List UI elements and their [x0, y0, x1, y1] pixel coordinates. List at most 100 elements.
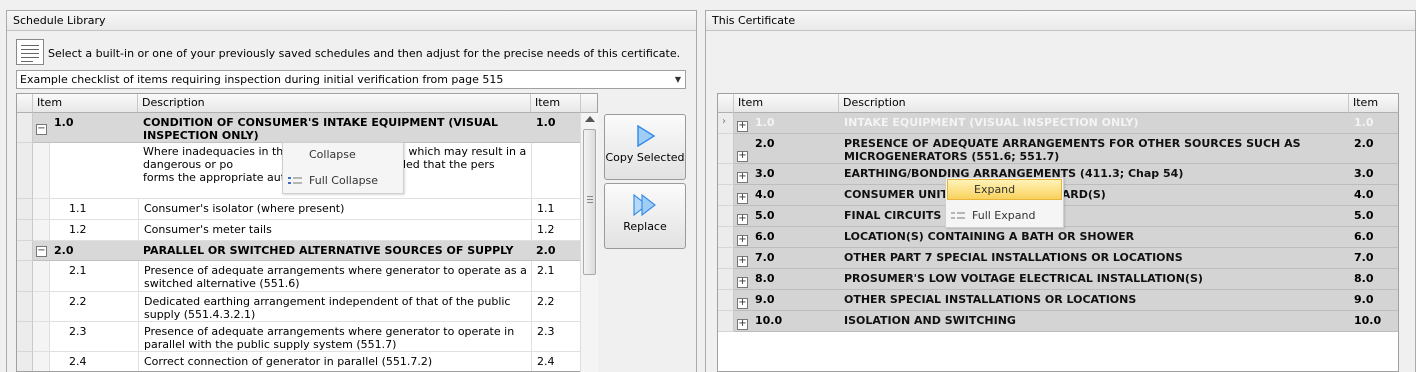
row-selector[interactable]	[718, 164, 734, 185]
table-row[interactable]: 2.4 Correct connection of generator in p…	[17, 352, 581, 371]
row-item-2: 10.0	[1349, 311, 1398, 332]
row-item-2: 1.0	[531, 113, 581, 143]
table-row[interactable]: +10.0 ISOLATION AND SWITCHING 10.0	[718, 311, 1398, 332]
row-item-2: 1.0	[1349, 113, 1398, 134]
table-row[interactable]: − 1.0 CONDITION OF CONSUMER'S INTAKE EQU…	[17, 113, 581, 143]
row-selector[interactable]	[718, 269, 734, 290]
row-item: 3.0	[750, 164, 839, 185]
table-row[interactable]: +6.0 LOCATION(S) CONTAINING A BATH OR SHO…	[718, 227, 1398, 248]
expand-icon[interactable]: +	[737, 193, 748, 204]
expand-icon[interactable]: +	[737, 277, 748, 288]
row-selector[interactable]	[17, 220, 33, 241]
vertical-scrollbar[interactable]	[580, 113, 598, 372]
row-item: 2.1	[49, 261, 138, 292]
schedule-select[interactable]: Example checklist of items requiring ins…	[16, 70, 686, 89]
expand-icon[interactable]: +	[737, 214, 748, 225]
expand-icon[interactable]: +	[737, 319, 748, 330]
grid-corner	[17, 94, 33, 113]
expand-context-menu: Expand Full Expand	[945, 177, 1064, 228]
row-item: 8.0	[750, 269, 839, 290]
play-arrow-icon	[637, 125, 656, 147]
replace-button[interactable]: Replace	[604, 183, 686, 249]
full-collapse-icon	[288, 177, 302, 184]
row-item: 2.4	[49, 352, 138, 371]
expand-icon[interactable]: +	[737, 151, 748, 162]
table-row[interactable]: › +1.0 INTAKE EQUIPMENT (VISUAL INSPECTION…	[718, 113, 1398, 134]
row-item: 1.0	[49, 113, 138, 143]
menu-item-collapse[interactable]: Collapse	[283, 144, 403, 166]
row-selector[interactable]	[718, 248, 734, 269]
current-row-arrow-icon: ›	[722, 116, 726, 127]
row-description: ISOLATION AND SWITCHING	[839, 311, 1349, 332]
row-item-2: 6.0	[1349, 227, 1398, 248]
row-item-2: 2.4	[531, 352, 581, 371]
collapse-icon[interactable]: −	[36, 246, 47, 257]
row-description: Presence of adequate arrangements where …	[138, 322, 531, 352]
menu-item-label: Collapse	[309, 148, 356, 161]
col-header-item[interactable]: Item	[33, 94, 138, 113]
book-list-icon	[16, 39, 44, 65]
row-selector[interactable]: ›	[718, 113, 734, 134]
col-header-description[interactable]: Description	[839, 94, 1349, 113]
col-header-description[interactable]: Description	[138, 94, 531, 113]
col-header-item-2[interactable]: Item	[1349, 94, 1398, 113]
table-row[interactable]: 1.2 Consumer's meter tails 1.2	[17, 220, 581, 241]
copy-selected-button[interactable]: Copy Selected	[604, 114, 686, 180]
row-selector[interactable]	[17, 113, 33, 143]
row-description: EARTHING/BONDING ARRANGEMENTS (411.3; Ch…	[839, 164, 1349, 185]
row-item: 10.0	[750, 311, 839, 332]
scroll-up-arrow-icon[interactable]	[585, 116, 595, 122]
row-item: 2.0	[49, 241, 138, 261]
expand-icon[interactable]: +	[737, 298, 748, 309]
row-selector[interactable]	[17, 143, 33, 199]
table-row[interactable]: 2.1 Presence of adequate arrangements wh…	[17, 261, 581, 292]
row-item-2: 4.0	[1349, 185, 1398, 206]
expand-icon[interactable]: +	[737, 172, 748, 183]
expand-icon[interactable]: +	[737, 235, 748, 246]
collapse-icon[interactable]: −	[36, 124, 47, 135]
row-item-2: 2.1	[531, 261, 581, 292]
row-item-2: 2.0	[531, 241, 581, 261]
row-description: Presence of adequate arrangements where …	[138, 261, 531, 292]
row-selector[interactable]	[718, 290, 734, 311]
row-description: FINAL CIRCUITS	[839, 206, 1349, 227]
row-selector[interactable]	[17, 352, 33, 371]
row-selector[interactable]	[17, 241, 33, 261]
row-selector[interactable]	[718, 185, 734, 206]
row-item: 5.0	[750, 206, 839, 227]
copy-selected-label: Copy Selected	[605, 151, 685, 164]
library-grid: Item Description Item − 1.0 CONDITION OF…	[16, 93, 598, 372]
chevron-down-icon[interactable]: ▼	[675, 71, 681, 88]
expand-icon[interactable]: +	[737, 121, 748, 132]
row-selector[interactable]	[718, 227, 734, 248]
table-row[interactable]: +7.0 OTHER PART 7 SPECIAL INSTALLATIONS O…	[718, 248, 1398, 269]
row-selector[interactable]	[17, 199, 33, 220]
col-header-item[interactable]: Item	[734, 94, 839, 113]
row-description: LOCATION(S) CONTAINING A BATH OR SHOWER	[839, 227, 1349, 248]
scroll-thumb[interactable]	[583, 129, 596, 275]
row-selector[interactable]	[17, 261, 33, 292]
table-row[interactable]: +2.0 PRESENCE OF ADEQUATE ARRANGEMENTS FO…	[718, 134, 1398, 164]
full-expand-icon	[951, 212, 965, 219]
table-row[interactable]: − 2.0 PARALLEL OR SWITCHED ALTERNATIVE S…	[17, 241, 581, 261]
row-selector[interactable]	[718, 134, 734, 164]
table-row[interactable]: 2.3 Presence of adequate arrangements wh…	[17, 322, 581, 352]
table-row[interactable]: 2.2 Dedicated earthing arrangement indep…	[17, 292, 581, 322]
menu-item-full-collapse[interactable]: Full Collapse	[283, 170, 403, 192]
menu-item-full-expand[interactable]: Full Expand	[946, 205, 1063, 227]
table-row[interactable]: +9.0 OTHER SPECIAL INSTALLATIONS OR LOCAT…	[718, 290, 1398, 311]
table-row[interactable]: 1.1 Consumer's isolator (where present) …	[17, 199, 581, 220]
row-description: OTHER SPECIAL INSTALLATIONS OR LOCATIONS	[839, 290, 1349, 311]
menu-item-expand[interactable]: Expand	[947, 179, 1062, 200]
row-item: 1.2	[49, 220, 138, 241]
expand-icon[interactable]: +	[737, 256, 748, 267]
row-selector[interactable]	[17, 292, 33, 322]
row-selector[interactable]	[17, 322, 33, 352]
schedule-select-value: Example checklist of items requiring ins…	[20, 73, 504, 86]
table-row[interactable]: +8.0 PROSUMER'S LOW VOLTAGE ELECTRICAL IN…	[718, 269, 1398, 290]
col-header-item-2[interactable]: Item	[531, 94, 581, 113]
row-description: PROSUMER'S LOW VOLTAGE ELECTRICAL INSTAL…	[839, 269, 1349, 290]
row-selector[interactable]	[718, 206, 734, 227]
row-selector[interactable]	[718, 311, 734, 332]
row-description: CONDITION OF CONSUMER'S INTAKE EQUIPMENT…	[138, 113, 531, 143]
